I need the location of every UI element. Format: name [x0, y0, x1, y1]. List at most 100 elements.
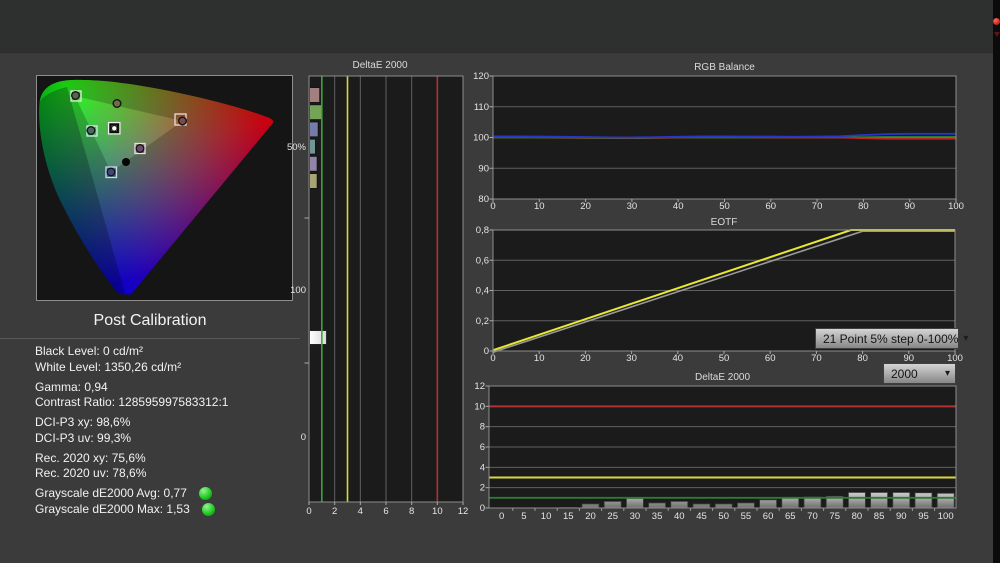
patch-bar-green-50	[310, 105, 323, 120]
tick-label: 45	[696, 511, 707, 522]
tick-label: 0	[480, 503, 485, 514]
target-dropdown-label: 2000	[891, 367, 940, 381]
tick-label: 10	[534, 201, 545, 212]
tick-label: 10	[534, 353, 545, 362]
tick-label: 6	[480, 442, 485, 453]
grayscale-deltae-chart: 0246810120510152025303540455055606570758…	[466, 374, 970, 522]
tick-label: 100	[947, 353, 963, 362]
stat-line: Rec. 2020 xy: 75,6%	[35, 451, 228, 467]
tick-label: 80	[852, 511, 863, 522]
tick-label: 5	[521, 511, 526, 522]
record-indicator-icon	[993, 18, 1000, 25]
tick-label: 110	[474, 102, 489, 113]
stat-line: DCI-P3 uv: 99,3%	[35, 431, 228, 447]
grayscale-bar	[737, 503, 754, 508]
patches-deltae-chart: 50%1000024681012	[285, 58, 475, 523]
stat-line: Grayscale dE2000 Avg: 0,77	[35, 486, 228, 502]
page-title: Post Calibration	[0, 312, 300, 330]
tick-label: 50	[719, 201, 730, 212]
cie-chromaticity-diagram	[37, 76, 292, 300]
chevron-down-icon: ▾	[945, 368, 950, 379]
tick-label: 80	[857, 353, 868, 362]
tick-label: 4	[480, 462, 485, 473]
tick-label: 0	[484, 346, 489, 357]
tick-label: 8	[409, 506, 414, 517]
status-pass-icon	[202, 503, 215, 516]
stat-text: Gamma: 0,94	[35, 380, 108, 396]
tick-label: 60	[763, 511, 774, 522]
tick-label: 2	[480, 483, 485, 494]
patch-bar-white	[310, 331, 327, 345]
stat-line: Grayscale dE2000 Max: 1,53	[35, 502, 228, 518]
patch-bar-blue-50	[310, 122, 319, 137]
tick-label: 40	[673, 201, 684, 212]
rgb-balance-chart: 80901001101200102030405060708090100	[470, 58, 970, 213]
tick-label: 100	[290, 285, 306, 296]
stat-text: DCI-P3 uv: 99,3%	[35, 431, 131, 447]
tick-label: 0,8	[476, 225, 489, 236]
tick-label: 40	[673, 353, 684, 362]
tick-label: 95	[918, 511, 929, 522]
grayscale-bar	[871, 492, 888, 508]
points-dropdown[interactable]: 21 Point 5% step 0-100% ▾	[815, 328, 959, 349]
stat-text: Rec. 2020 uv: 78,6%	[35, 466, 146, 482]
tick-label: 4	[358, 506, 363, 517]
tick-label: 30	[626, 353, 637, 362]
grayscale-bar	[782, 497, 799, 508]
grayscale-bar	[671, 501, 688, 508]
tick-label: 65	[785, 511, 796, 522]
tick-label: 80	[858, 201, 869, 212]
tick-label: 0	[499, 511, 504, 522]
status-pass-icon	[199, 487, 212, 500]
edge-arrow-icon	[994, 32, 1000, 37]
stat-text: White Level: 1350,26 cd/m²	[35, 360, 181, 376]
grayscale-bar	[915, 493, 932, 508]
tick-label: 8	[480, 422, 485, 433]
patch-bar-cyan-50	[310, 139, 316, 154]
tick-label: 80	[478, 194, 489, 205]
grayscale-bar	[582, 504, 599, 508]
tick-label: 90	[478, 163, 489, 174]
grayscale-bar	[937, 493, 954, 508]
tick-label: 90	[904, 353, 915, 362]
tick-label: 100	[473, 133, 489, 144]
tick-label: 25	[607, 511, 618, 522]
grayscale-bar	[715, 504, 732, 508]
tick-label: 2	[332, 506, 337, 517]
stat-line: Contrast Ratio: 128595997583312:1	[35, 395, 228, 411]
tick-label: 20	[585, 511, 596, 522]
tick-label: 30	[627, 201, 638, 212]
top-toolbar-collapsed	[0, 0, 1000, 53]
grayscale-bar	[893, 492, 910, 508]
tick-label: 120	[473, 71, 489, 82]
tick-label: 70	[807, 511, 818, 522]
stat-line: Rec. 2020 uv: 78,6%	[35, 466, 228, 482]
tick-label: 50	[719, 353, 730, 362]
tick-label: 0,2	[476, 316, 489, 327]
patch-bar-magenta-50	[310, 156, 318, 171]
measurement-stats: Black Level: 0 cd/m²White Level: 1350,26…	[35, 344, 228, 517]
tick-label: 30	[630, 511, 641, 522]
tick-label: 20	[580, 353, 591, 362]
tick-label: 0	[490, 201, 495, 212]
tick-label: 60	[766, 201, 777, 212]
tick-label: 50	[718, 511, 729, 522]
cie-gamut-panel	[36, 75, 293, 301]
grayscale-bar	[848, 492, 865, 508]
tick-label: 55	[741, 511, 752, 522]
divider	[0, 338, 300, 339]
target-dropdown[interactable]: 2000 ▾	[883, 363, 956, 384]
stat-line: Black Level: 0 cd/m²	[35, 344, 228, 360]
cie-marker-black-measure	[122, 158, 130, 166]
tick-label: 0	[306, 506, 311, 517]
tick-label: 15	[563, 511, 574, 522]
stat-line: DCI-P3 xy: 98,6%	[35, 415, 228, 431]
grayscale-bar	[604, 501, 621, 508]
tick-label: 90	[904, 201, 915, 212]
tick-label: 12	[474, 381, 485, 392]
tick-label: 20	[580, 201, 591, 212]
tick-label: 0	[490, 353, 495, 362]
tick-label: 6	[383, 506, 388, 517]
tick-label: 40	[674, 511, 685, 522]
cie-marker-white-point	[109, 123, 121, 135]
